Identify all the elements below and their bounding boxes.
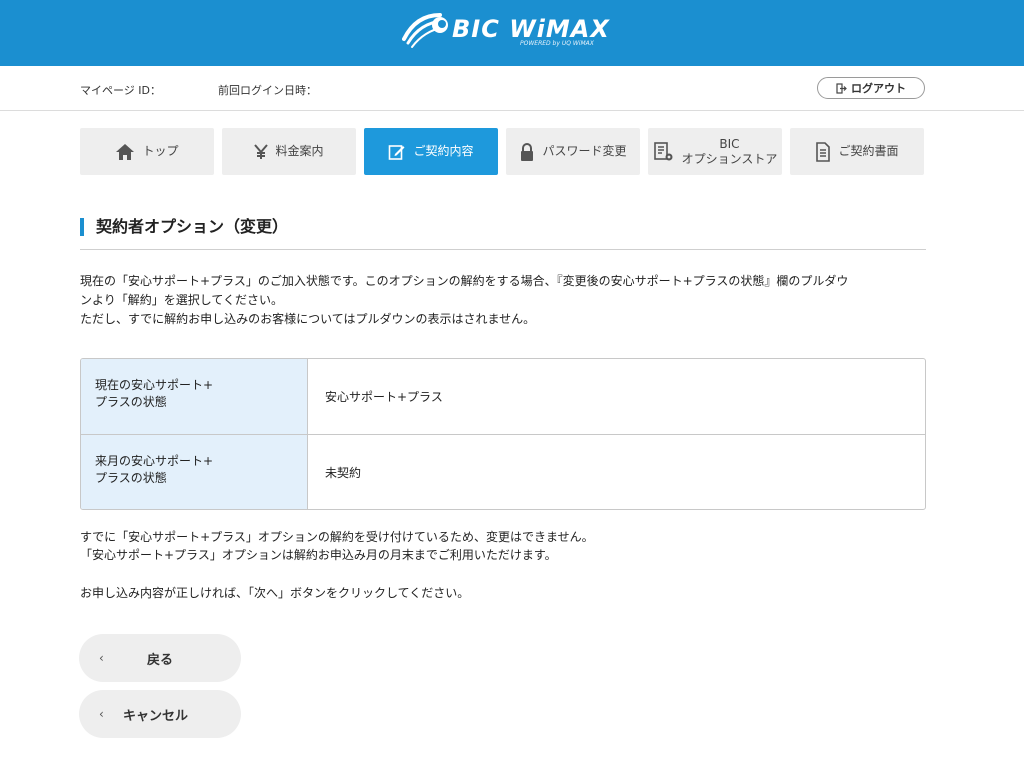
title-accent-bar	[80, 218, 84, 236]
nav-pricing[interactable]: 料金案内	[222, 128, 356, 175]
nav-contract-documents-label: ご契約書面	[838, 144, 899, 158]
cancellation-notes: すでに「安心サポート+プラス」オプションの解約を受け付けているため、変更はできま…	[80, 528, 594, 564]
nav-pricing-label: 料金案内	[275, 144, 324, 158]
edit-icon	[388, 143, 406, 161]
logo-mark-icon	[402, 9, 450, 49]
site-header: BIC WiMAX POWERED by UQ WiMAX	[0, 0, 1024, 66]
note-line-1: すでに「安心サポート+プラス」オプションの解約を受け付けているため、変更はできま…	[80, 530, 594, 544]
table-row: 来月の安心サポート+ プラスの状態 未契約	[81, 435, 925, 509]
option-status-table: 現在の安心サポート+ プラスの状態 安心サポート+プラス 来月の安心サポート+ …	[80, 358, 926, 510]
logo-text: BIC WiMAX	[452, 15, 610, 43]
nav-password-change-label: パスワード変更	[542, 144, 627, 158]
nav-top-label: トップ	[142, 144, 179, 158]
chevron-left-icon: ‹	[99, 651, 104, 665]
last-login-label: 前回ログイン日時：	[218, 84, 317, 97]
nav-option-store-line1: BIC	[719, 136, 740, 151]
yen-icon	[254, 143, 269, 160]
description-line-1: 現在の「安心サポート+プラス」のご加入状態です。このオプションの解約をする場合、…	[80, 274, 849, 288]
mypage-id-label: マイページ ID：	[80, 84, 161, 97]
description-text: 現在の「安心サポート+プラス」のご加入状態です。このオプションの解約をする場合、…	[80, 272, 930, 329]
row-header-next-month-line2: プラスの状態	[95, 471, 167, 485]
row-header-next-month-line1: 来月の安心サポート+	[95, 454, 214, 468]
note-line-2: 「安心サポート+プラス」オプションは解約お申込み月の月末までご利用いただけます。	[80, 548, 557, 562]
nav-option-store-line2: オプションストア	[681, 151, 778, 166]
nav-top[interactable]: トップ	[80, 128, 214, 175]
nav-option-store-label: BIC オプションストア	[682, 137, 778, 167]
back-button[interactable]: ‹ 戻る	[79, 634, 241, 682]
cancel-button-label: キャンセル	[123, 709, 189, 724]
section-heading: 契約者オプション（変更）	[80, 216, 926, 250]
logout-icon	[836, 82, 847, 94]
current-status-value: 安心サポート+プラス	[325, 390, 443, 404]
nav-contract-details[interactable]: ご契約内容	[364, 128, 498, 175]
cancel-button[interactable]: ‹ キャンセル	[79, 690, 241, 738]
home-icon	[115, 143, 135, 161]
lock-icon	[519, 142, 535, 162]
nav-password-change[interactable]: パスワード変更	[506, 128, 640, 175]
bic-wimax-logo[interactable]: BIC WiMAX POWERED by UQ WiMAX	[402, 6, 612, 52]
confirm-instruction: お申し込み内容が正しければ、「次へ」ボタンをクリックしてください。	[80, 586, 470, 600]
logo-subtext: POWERED by UQ WiMAX	[520, 40, 594, 47]
chevron-left-icon: ‹	[99, 707, 104, 721]
row-header-current: 現在の安心サポート+ プラスの状態	[81, 359, 308, 434]
logout-button[interactable]: ログアウト	[817, 77, 925, 99]
logout-label: ログアウト	[851, 82, 906, 95]
store-settings-icon	[653, 141, 675, 163]
row-header-current-line1: 現在の安心サポート+	[95, 378, 214, 392]
nav-contract-documents[interactable]: ご契約書面	[790, 128, 924, 175]
document-icon	[815, 141, 831, 162]
nav-contract-details-label: ご契約内容	[413, 144, 474, 158]
back-button-label: 戻る	[147, 653, 174, 668]
user-info-bar: マイページ ID： 前回ログイン日時： ログアウト	[0, 66, 1024, 111]
page-title: 契約者オプション（変更）	[96, 217, 289, 236]
row-header-current-line2: プラスの状態	[95, 395, 167, 409]
nav-option-store[interactable]: BIC オプションストア	[648, 128, 782, 175]
description-line-2: ンより「解約」を選択してください。	[80, 293, 284, 307]
description-line-3: ただし、すでに解約お申し込みのお客様についてはプルダウンの表示はされません。	[80, 312, 536, 326]
next-month-status-value: 未契約	[325, 466, 362, 480]
table-row: 現在の安心サポート+ プラスの状態 安心サポート+プラス	[81, 359, 925, 435]
row-header-next-month: 来月の安心サポート+ プラスの状態	[81, 435, 308, 509]
